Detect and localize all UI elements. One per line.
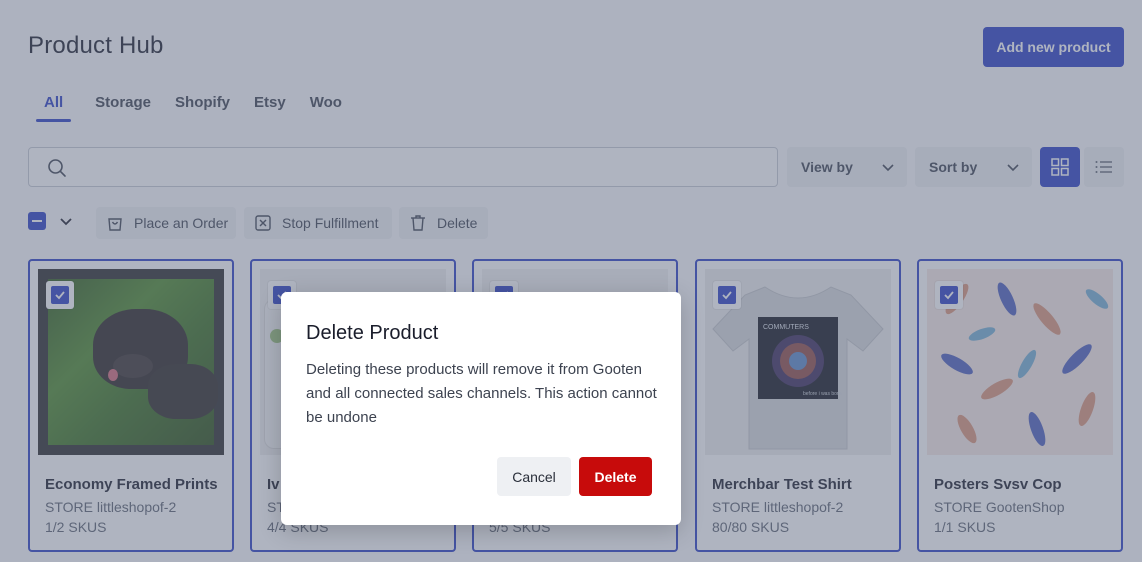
cancel-button[interactable]: Cancel (497, 457, 571, 496)
modal-message: Deleting these products will remove it f… (306, 361, 657, 426)
modal-title: Delete Product (306, 322, 439, 344)
delete-product-modal: Delete Product Deleting these products w… (281, 292, 681, 525)
confirm-delete-button[interactable]: Delete (579, 457, 652, 496)
